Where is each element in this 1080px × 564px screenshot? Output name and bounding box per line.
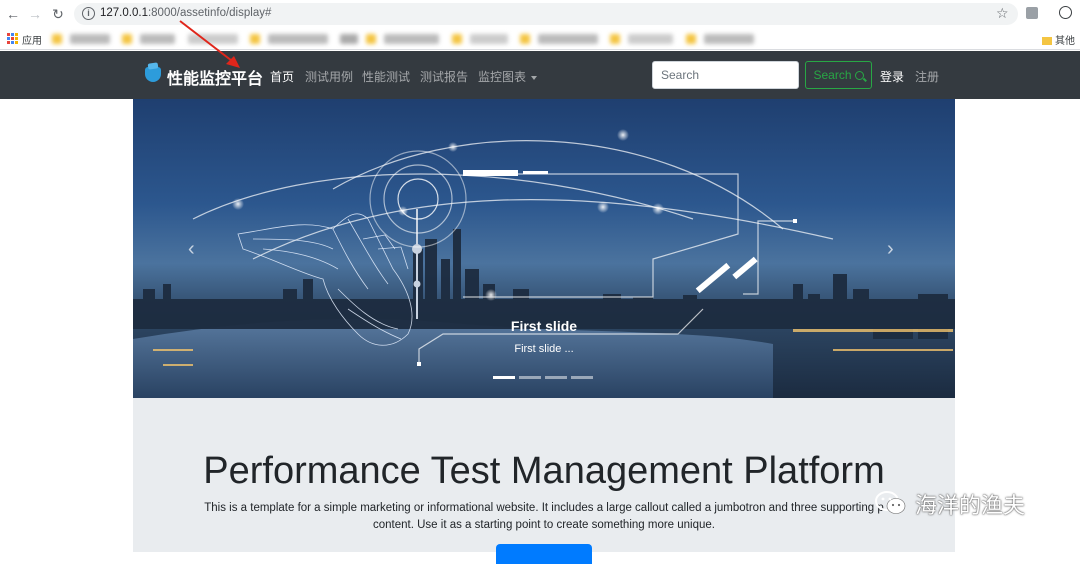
site-info-icon[interactable]: i bbox=[82, 7, 95, 20]
watermark-text: 海洋的渔夫 bbox=[915, 493, 1026, 518]
apps-grid-icon[interactable] bbox=[7, 33, 18, 44]
jumbotron: Performance Test Management Platform Thi… bbox=[133, 398, 955, 564]
bookmark-blurred[interactable] bbox=[70, 34, 110, 44]
bookmarks-bar: 应用 其他 bbox=[0, 29, 1080, 49]
search-icon bbox=[854, 71, 864, 80]
bookmark-star-icon[interactable]: ☆ bbox=[996, 5, 1009, 22]
nav-link-test-cases[interactable]: 测试用例 bbox=[305, 68, 353, 85]
jumbotron-lead-line2: content. Use it as a starting point to c… bbox=[373, 519, 715, 531]
bookmark-blurred[interactable] bbox=[520, 34, 530, 44]
bookmark-blurred[interactable] bbox=[250, 34, 260, 44]
bookmark-blurred[interactable] bbox=[538, 34, 598, 44]
nav-link-monitor-charts[interactable]: 监控图表 bbox=[478, 68, 538, 85]
carousel-caption-title: First slide bbox=[510, 318, 578, 334]
site-navbar: 性能监控平台 首页 测试用例 性能测试 测试报告 监控图表 Search 登录 … bbox=[0, 51, 1080, 99]
learn-more-button[interactable] bbox=[496, 544, 592, 564]
bookmark-apps[interactable]: 应用 bbox=[22, 32, 42, 47]
hero-carousel: ‹ › First slide First slide ... bbox=[133, 99, 955, 398]
jumbotron-lead-line1: This is a template for a simple marketin… bbox=[204, 502, 884, 514]
bookmark-other-folder[interactable]: 其他 bbox=[1042, 32, 1075, 47]
bookmark-blurred[interactable] bbox=[686, 34, 696, 44]
watermark: 海洋的渔夫 bbox=[860, 486, 1060, 526]
dropdown-caret-icon bbox=[531, 75, 538, 80]
browser-toolbar: ← → ↻ i 127.0.0.1:8000/assetinfo/display… bbox=[0, 0, 1080, 28]
folder-icon bbox=[1042, 37, 1052, 46]
nav-link-test-report[interactable]: 测试报告 bbox=[420, 68, 468, 85]
bookmark-blurred[interactable] bbox=[122, 34, 132, 44]
profile-icon[interactable] bbox=[1059, 6, 1072, 19]
bookmark-blurred[interactable] bbox=[340, 34, 358, 44]
carousel-next-icon[interactable]: › bbox=[887, 239, 903, 259]
carousel-indicator[interactable] bbox=[519, 376, 541, 379]
search-input[interactable] bbox=[652, 61, 799, 89]
carousel-prev-icon[interactable]: ‹ bbox=[188, 239, 204, 259]
bookmark-blurred[interactable] bbox=[704, 34, 754, 44]
bookmark-blurred[interactable] bbox=[140, 34, 175, 44]
jumbotron-title: Performance Test Management Platform bbox=[203, 450, 885, 492]
url-text: 127.0.0.1:8000/assetinfo/display# bbox=[100, 7, 272, 19]
bookmark-blurred[interactable] bbox=[268, 34, 328, 44]
wechat-icon bbox=[875, 491, 906, 514]
brand-title[interactable]: 性能监控平台 bbox=[167, 65, 263, 89]
nav-link-home[interactable]: 首页 bbox=[270, 68, 294, 85]
bookmark-blurred[interactable] bbox=[52, 34, 62, 44]
bookmark-blurred[interactable] bbox=[366, 34, 376, 44]
carousel-indicator[interactable] bbox=[493, 376, 515, 379]
search-button[interactable]: Search bbox=[805, 61, 872, 89]
forward-arrow-icon[interactable]: → bbox=[26, 5, 44, 23]
carousel-indicator[interactable] bbox=[571, 376, 593, 379]
bookmark-blurred[interactable] bbox=[188, 34, 238, 44]
reload-icon[interactable]: ↻ bbox=[49, 5, 67, 23]
bookmark-blurred[interactable] bbox=[628, 34, 673, 44]
jumbotron-lead: This is a template for a simple marketin… bbox=[173, 500, 915, 534]
carousel-indicator[interactable] bbox=[545, 376, 567, 379]
address-bar[interactable]: i 127.0.0.1:8000/assetinfo/display# bbox=[74, 3, 1018, 25]
carousel-caption-text: First slide ... bbox=[514, 343, 574, 355]
carousel-indicators bbox=[493, 376, 597, 379]
bookmark-blurred[interactable] bbox=[384, 34, 439, 44]
bookmark-blurred[interactable] bbox=[452, 34, 462, 44]
browser-chrome: ← → ↻ i 127.0.0.1:8000/assetinfo/display… bbox=[0, 0, 1080, 50]
bookmark-blurred[interactable] bbox=[610, 34, 620, 44]
back-arrow-icon[interactable]: ← bbox=[4, 5, 22, 23]
bookmark-blurred[interactable] bbox=[470, 34, 508, 44]
extension-icon[interactable] bbox=[1026, 7, 1038, 19]
login-link[interactable]: 登录 bbox=[880, 68, 904, 85]
nav-link-performance-test[interactable]: 性能测试 bbox=[362, 68, 410, 85]
register-link[interactable]: 注册 bbox=[915, 68, 939, 85]
brand-logo-icon[interactable] bbox=[145, 67, 161, 82]
